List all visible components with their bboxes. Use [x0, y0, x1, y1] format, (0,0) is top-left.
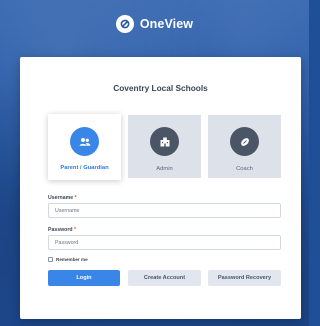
role-coach[interactable]: Coach: [208, 115, 281, 178]
remember-me-checkbox[interactable]: [48, 257, 53, 262]
password-input[interactable]: [48, 235, 281, 250]
username-input[interactable]: [48, 203, 281, 218]
role-label: Parent / Guardian: [60, 165, 109, 171]
create-account-button[interactable]: Create Account: [128, 270, 201, 286]
ball-icon: [230, 127, 259, 156]
login-button[interactable]: Login: [48, 270, 120, 286]
remember-me-label: Remember me: [56, 257, 88, 262]
building-icon: [150, 127, 179, 156]
role-parent-guardian[interactable]: Parent / Guardian: [48, 114, 121, 180]
password-recovery-button[interactable]: Password Recovery: [208, 270, 281, 286]
username-label: Username *: [48, 195, 77, 201]
password-label: Password *: [48, 227, 76, 233]
people-icon: [70, 127, 99, 156]
role-label: Admin: [156, 166, 173, 172]
school-name: Coventry Local Schools: [113, 83, 208, 93]
role-label: Coach: [236, 166, 253, 172]
oneview-logo-icon: [115, 15, 134, 33]
brand-name: OneView: [139, 17, 194, 31]
role-admin[interactable]: Admin: [128, 115, 201, 178]
brand-header: OneView: [0, 12, 309, 36]
login-card: Coventry Local Schools Parent / Guardian: [20, 57, 301, 319]
remember-me: Remember me: [48, 257, 88, 262]
